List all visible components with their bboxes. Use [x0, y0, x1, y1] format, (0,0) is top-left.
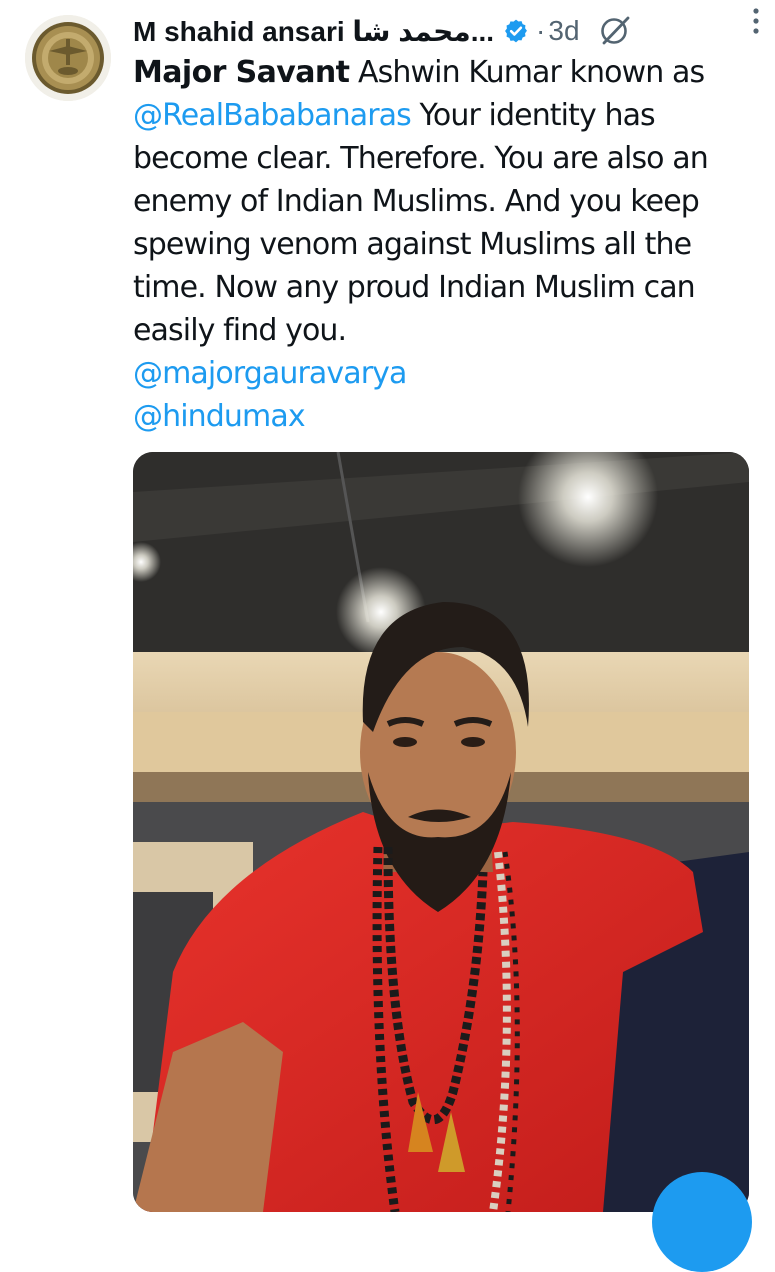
text-fragment: Your identity has: [410, 98, 655, 133]
compose-button[interactable]: [652, 1172, 752, 1272]
tweet-header: M shahid ansari محمد شا... · 3d: [133, 10, 763, 52]
tweet-text: Major Savant Ashwin Kumar known as @Real…: [133, 51, 753, 438]
tweet-photo[interactable]: [133, 452, 749, 1212]
text-line-2: @RealBababanaras Your identity has: [133, 94, 753, 137]
text-line-3: become clear. Therefore. You are also an: [133, 141, 709, 176]
profile-badge-avatar-icon: [25, 15, 111, 101]
text-line-5: spewing venom against Muslims all the: [133, 227, 692, 262]
text-line-7: easily find you.: [133, 313, 347, 348]
more-options-icon[interactable]: [741, 4, 771, 38]
timestamp[interactable]: 3d: [548, 15, 579, 47]
grok-icon[interactable]: [598, 14, 632, 48]
verified-badge-icon: [505, 19, 527, 43]
display-name[interactable]: M shahid ansari محمد شا...: [133, 15, 494, 48]
photo-man-in-red-tshirt-icon: [133, 452, 749, 1212]
mention-link[interactable]: @majorgauravarya: [133, 352, 753, 395]
separator-dot: ·: [536, 15, 546, 46]
text-line-1: Major Savant Ashwin Kumar known as: [133, 51, 753, 94]
reply-to-name[interactable]: Major Savant: [133, 55, 350, 90]
mention-link[interactable]: @hindumax: [133, 395, 753, 438]
text-fragment: Ashwin Kumar known as: [349, 55, 705, 90]
mention-link[interactable]: @RealBababanaras: [133, 98, 412, 133]
text-line-6: time. Now any proud Indian Muslim can: [133, 270, 696, 305]
text-line-4: enemy of Indian Muslims. And you keep: [133, 184, 700, 219]
tweet-card[interactable]: M shahid ansari محمد شا... · 3d Major Sa…: [0, 0, 775, 1272]
avatar[interactable]: [25, 15, 111, 101]
